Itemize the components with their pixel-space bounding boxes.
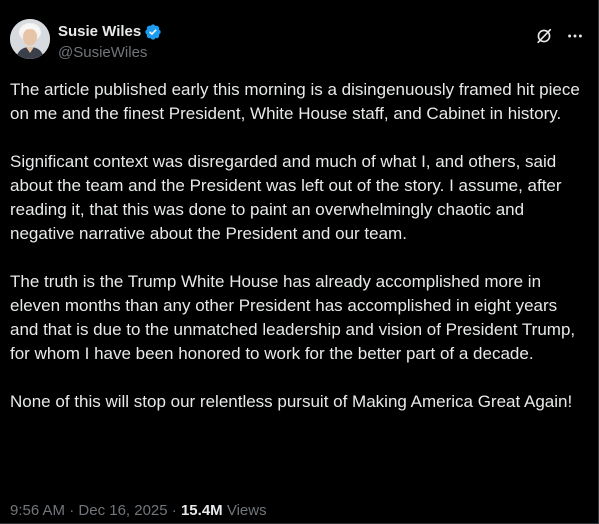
tweet-paragraph: None of this will stop our relentless pu… bbox=[10, 392, 573, 411]
tweet-paragraph: The truth is the Trump White House has a… bbox=[10, 272, 576, 363]
author-block: Susie Wiles @SusieWiles bbox=[58, 23, 162, 62]
author-name-row: Susie Wiles bbox=[58, 23, 162, 41]
tweet-meta: 9:56 AM · Dec 16, 2025 · 15.4M Views bbox=[10, 501, 267, 521]
author-name[interactable]: Susie Wiles bbox=[58, 23, 141, 41]
grok-icon[interactable] bbox=[533, 25, 555, 47]
tweet-text: The article published early this morning… bbox=[10, 78, 590, 414]
tweet-header: Susie Wiles @SusieWiles bbox=[10, 19, 588, 63]
views-count[interactable]: 15.4M bbox=[181, 502, 223, 519]
more-icon[interactable] bbox=[564, 25, 586, 47]
tweet-paragraph: The article published early this morning… bbox=[10, 80, 580, 123]
header-actions bbox=[533, 25, 586, 47]
tweet-time[interactable]: 9:56 AM bbox=[10, 502, 65, 519]
meta-separator: · bbox=[65, 502, 79, 519]
tweet-paragraph: Significant context was disregarded and … bbox=[10, 152, 562, 243]
avatar-image bbox=[10, 19, 50, 59]
avatar[interactable] bbox=[10, 19, 50, 59]
verified-badge-icon[interactable] bbox=[144, 23, 162, 41]
tweet-date[interactable]: Dec 16, 2025 bbox=[78, 502, 167, 519]
meta-separator: · bbox=[167, 502, 181, 519]
views-label: Views bbox=[226, 502, 267, 519]
tweet-container: Susie Wiles @SusieWiles The article publ… bbox=[0, 0, 599, 524]
author-handle[interactable]: @SusieWiles bbox=[58, 44, 162, 62]
